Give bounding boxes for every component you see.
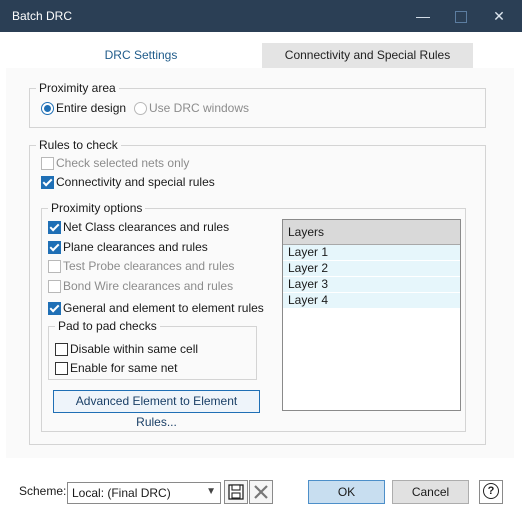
checkbox-bond-wire-clearances-box[interactable] <box>48 280 61 293</box>
save-icon <box>228 484 244 500</box>
help-button[interactable]: ? <box>479 480 503 504</box>
save-scheme-button[interactable] <box>224 480 248 504</box>
list-item[interactable]: Layer 4 <box>283 293 460 309</box>
rules-to-check-legend: Rules to check <box>36 138 121 152</box>
checkbox-disable-within-same-cell-label: Disable within same cell <box>70 342 199 356</box>
scheme-label: Scheme: <box>19 484 67 498</box>
help-icon: ? <box>483 483 499 499</box>
radio-entire-design-indicator[interactable] <box>41 102 54 115</box>
delete-icon <box>254 485 268 499</box>
checkbox-general-element-rules-box[interactable] <box>48 302 61 315</box>
proximity-area-legend: Proximity area <box>36 81 119 95</box>
advanced-element-rules-button[interactable]: Advanced Element to Element Rules... <box>53 390 260 429</box>
checkbox-enable-for-same-net-box[interactable] <box>55 362 68 375</box>
ok-button[interactable]: OK <box>308 480 385 504</box>
window-title: Batch DRC <box>12 9 73 23</box>
checkbox-check-selected-nets-only-label: Check selected nets only <box>56 156 190 170</box>
cancel-button[interactable]: Cancel <box>392 480 469 504</box>
pad-to-pad-group: Pad to pad checks Disable within same ce… <box>48 319 257 380</box>
list-item[interactable]: Layer 3 <box>283 277 460 293</box>
close-icon[interactable]: ✕ <box>480 0 518 32</box>
scheme-select[interactable]: Local: (Final DRC) ▼ <box>67 482 221 504</box>
checkbox-disable-within-same-cell-box[interactable] <box>55 343 68 356</box>
checkbox-plane-clearances-label: Plane clearances and rules <box>63 240 208 254</box>
tab-connectivity-special-rules[interactable]: Connectivity and Special Rules <box>262 43 473 69</box>
checkbox-general-element-rules-label: General and element to element rules <box>63 301 264 315</box>
proximity-area-group: Proximity area Entire design Use DRC win… <box>29 81 486 128</box>
checkbox-test-probe-clearances-box[interactable] <box>48 260 61 273</box>
checkbox-enable-for-same-net-label: Enable for same net <box>70 361 178 375</box>
proximity-options-legend: Proximity options <box>48 201 146 215</box>
radio-use-drc-windows-indicator[interactable] <box>134 102 147 115</box>
checkbox-check-selected-nets-only-box[interactable] <box>41 157 54 170</box>
titlebar: Batch DRC — ✕ <box>0 0 522 32</box>
checkbox-net-class-clearances-label: Net Class clearances and rules <box>63 220 230 234</box>
checkbox-connectivity-special-rules-box[interactable] <box>41 176 54 189</box>
checkbox-plane-clearances-box[interactable] <box>48 241 61 254</box>
checkbox-test-probe-clearances-label: Test Probe clearances and rules <box>63 259 235 273</box>
radio-entire-design-label: Entire design <box>56 101 127 115</box>
delete-scheme-button[interactable] <box>249 480 273 504</box>
tab-drc-settings[interactable]: DRC Settings <box>20 43 262 68</box>
pad-to-pad-legend: Pad to pad checks <box>55 319 160 333</box>
scheme-select-value: Local: (Final DRC) <box>72 486 171 500</box>
layers-list[interactable]: Layers Layer 1 Layer 2 Layer 3 Layer 4 <box>282 219 461 411</box>
batch-drc-dialog: Batch DRC — ✕ DRC Settings Connectivity … <box>0 0 522 523</box>
checkbox-connectivity-special-rules-label: Connectivity and special rules <box>56 175 215 189</box>
list-item[interactable]: Layer 2 <box>283 261 460 277</box>
dropdown-arrow-icon: ▼ <box>206 486 216 497</box>
minimize-icon[interactable]: — <box>404 0 442 32</box>
radio-use-drc-windows-label: Use DRC windows <box>149 101 250 115</box>
maximize-icon[interactable] <box>442 0 480 32</box>
checkbox-net-class-clearances-box[interactable] <box>48 221 61 234</box>
layers-list-header: Layers <box>283 220 460 245</box>
list-item[interactable]: Layer 1 <box>283 245 460 261</box>
checkbox-bond-wire-clearances-label: Bond Wire clearances and rules <box>63 279 234 293</box>
